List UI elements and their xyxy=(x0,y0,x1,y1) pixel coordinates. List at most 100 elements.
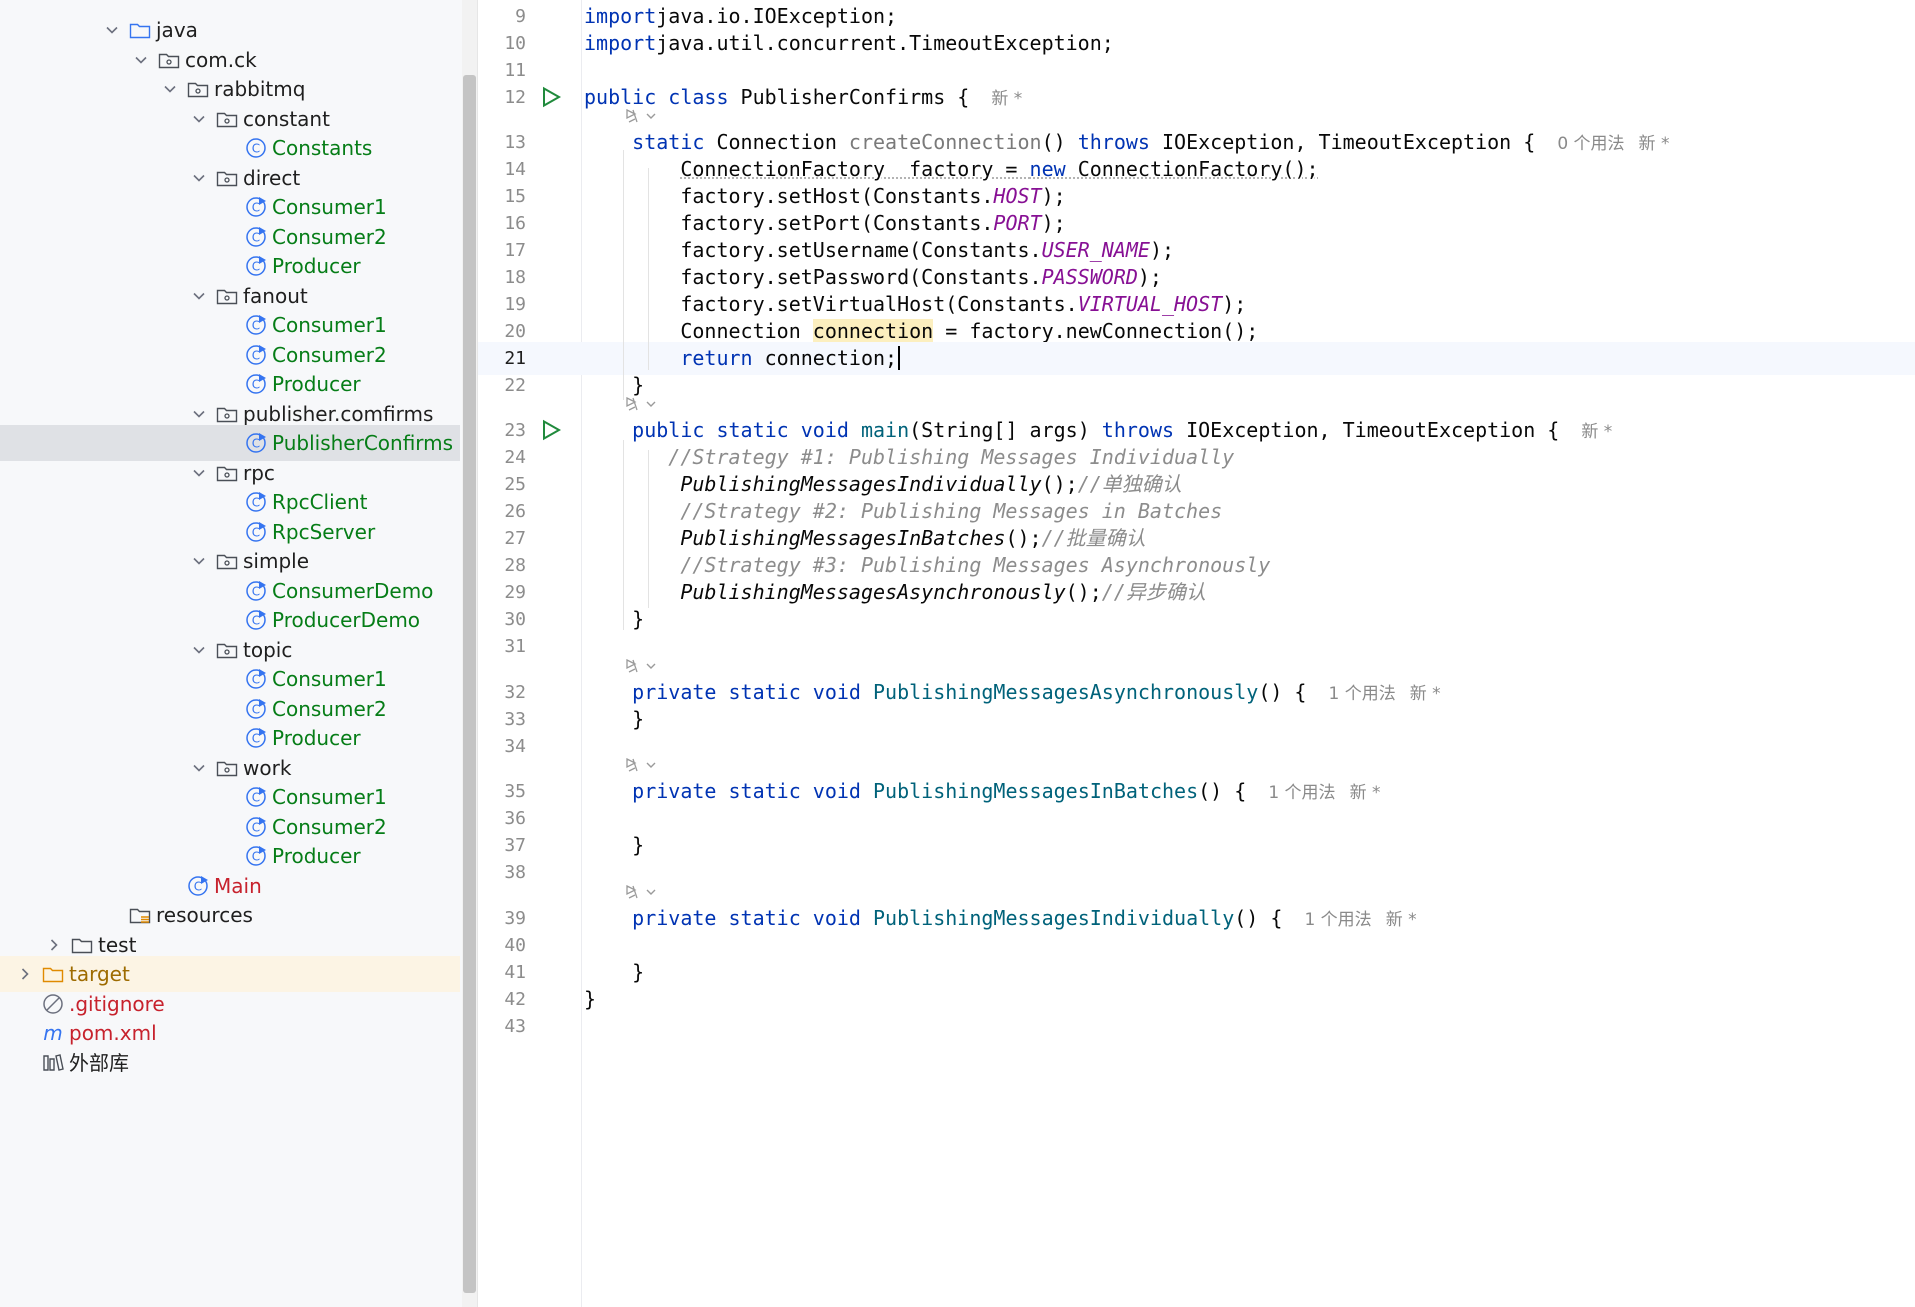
package-icon xyxy=(214,755,240,781)
runnable-class-icon: C xyxy=(243,312,269,338)
inlay-hint[interactable]: 1 个用法 xyxy=(1329,684,1396,704)
code-line[interactable]: 31 xyxy=(478,630,1915,663)
run-gutter-icon[interactable] xyxy=(540,419,562,441)
runnable-class-icon: C xyxy=(243,666,269,692)
ai-assistant-icon[interactable] xyxy=(623,656,659,678)
code-line[interactable]: 22 } xyxy=(478,369,1915,402)
chevron-down-icon[interactable] xyxy=(159,78,181,100)
code-token: } xyxy=(584,960,645,984)
inlay-hint[interactable]: 新 * xyxy=(1410,684,1441,704)
svg-text:C: C xyxy=(252,496,260,510)
inlay-hint[interactable]: 新 * xyxy=(1581,422,1612,442)
indent-guide xyxy=(648,168,649,370)
runnable-class-icon: C xyxy=(185,873,211,899)
text-caret xyxy=(898,346,901,370)
ai-assistant-icon[interactable] xyxy=(623,394,659,416)
line-number: 38 xyxy=(504,862,526,883)
code-line[interactable]: 38 xyxy=(478,856,1915,889)
code-token: createConnection xyxy=(848,130,1042,154)
chevron-down-icon[interactable] xyxy=(130,49,152,71)
code-token: //单独确认 xyxy=(1077,472,1182,496)
code-token: PublishingMessagesIndividually xyxy=(680,472,1042,496)
code-token: //Strategy #2: Publishing Messages in Ba… xyxy=(584,499,1223,523)
code-line[interactable]: 34 xyxy=(478,730,1915,763)
chevron-down-icon[interactable] xyxy=(101,19,123,41)
ai-assistant-icon[interactable] xyxy=(623,106,659,128)
chevron-down-icon[interactable] xyxy=(188,285,210,307)
code-token: Connection xyxy=(584,319,813,343)
inlay-hint[interactable]: 新 * xyxy=(1386,910,1417,930)
code-token: public class xyxy=(584,85,741,109)
code-token: ); xyxy=(1222,292,1247,316)
class-icon: C xyxy=(243,135,269,161)
inlay-hint[interactable]: 新 * xyxy=(1639,134,1670,154)
svg-text:C: C xyxy=(252,525,260,539)
maven-icon: m xyxy=(40,1020,66,1046)
code-token: HOST xyxy=(993,184,1042,208)
code-token: } xyxy=(584,607,645,631)
runnable-class-icon: C xyxy=(243,253,269,279)
line-number: 22 xyxy=(504,375,526,396)
inlay-hint[interactable]: 新 * xyxy=(991,89,1022,109)
code-token: Connection xyxy=(716,130,849,154)
code-token: (); xyxy=(1041,472,1078,496)
code-editor[interactable]: 9 importjava.io.IOException; 10 importjava.… xyxy=(478,0,1915,1307)
resources-folder-icon xyxy=(127,902,153,928)
code-line[interactable]: 12 public class PublisherConfirms { 新 * xyxy=(478,81,1915,114)
ai-assistant-icon[interactable] xyxy=(623,882,659,904)
chevron-right-icon[interactable] xyxy=(14,963,36,985)
chevron-down-icon[interactable] xyxy=(188,462,210,484)
line-number: 31 xyxy=(504,636,526,657)
tree-item[interactable]: 外部库 xyxy=(0,1045,460,1081)
code-token: () { xyxy=(1258,680,1319,704)
runnable-class-icon: C xyxy=(243,430,269,456)
runnable-class-icon: C xyxy=(243,843,269,869)
chevron-right-icon[interactable] xyxy=(43,934,65,956)
project-tree[interactable]: java com.ck rabbitmq constant C Constants dire… xyxy=(0,0,470,1307)
code-token: PublishingMessagesInBatches xyxy=(873,779,1199,803)
code-token: factory.setPassword(Constants. xyxy=(584,265,1042,289)
code-line[interactable]: 43 xyxy=(478,1010,1915,1043)
package-icon xyxy=(214,460,240,486)
runnable-class-icon: C xyxy=(243,814,269,840)
code-token: ConnectionFactory factory = xyxy=(680,157,1030,181)
package-icon xyxy=(214,637,240,663)
chevron-down-icon[interactable] xyxy=(188,757,210,779)
tree-scrollbar-thumb[interactable] xyxy=(463,75,476,1293)
indent-guide xyxy=(623,440,624,630)
svg-text:C: C xyxy=(252,673,260,687)
code-token: (String[] args) xyxy=(909,418,1102,442)
chevron-down-icon[interactable] xyxy=(188,550,210,572)
code-token: factory.setHost(Constants. xyxy=(584,184,994,208)
runnable-class-icon: C xyxy=(243,696,269,722)
chevron-down-icon[interactable] xyxy=(188,108,210,130)
package-icon xyxy=(185,76,211,102)
run-gutter-icon[interactable] xyxy=(540,86,562,108)
ai-assistant-icon[interactable] xyxy=(623,755,659,777)
code-token: throws xyxy=(1077,130,1162,154)
code-token: ); xyxy=(1041,184,1066,208)
package-icon xyxy=(156,47,182,73)
line-number: 12 xyxy=(504,87,526,108)
code-token: IOException, TimeoutException { xyxy=(1162,130,1548,154)
inlay-hint[interactable]: 1 个用法 xyxy=(1304,910,1371,930)
package-icon xyxy=(214,548,240,574)
svg-text:C: C xyxy=(252,584,260,598)
inlay-hint[interactable]: 新 * xyxy=(1350,783,1381,803)
svg-text:C: C xyxy=(252,850,260,864)
code-token: //批量确认 xyxy=(1041,526,1146,550)
code-token: //异步确认 xyxy=(1101,580,1206,604)
chevron-down-icon[interactable] xyxy=(188,403,210,425)
inlay-hint[interactable]: 1 个用法 xyxy=(1268,783,1335,803)
package-icon xyxy=(214,401,240,427)
code-token: //Strategy #1: Publishing Messages Indiv… xyxy=(584,445,1235,469)
inlay-hint[interactable]: 0 个用法 xyxy=(1557,134,1624,154)
chevron-down-icon[interactable] xyxy=(188,167,210,189)
chevron-down-icon[interactable] xyxy=(188,639,210,661)
code-token: ); xyxy=(1149,238,1175,262)
code-token: connection; xyxy=(764,346,898,370)
